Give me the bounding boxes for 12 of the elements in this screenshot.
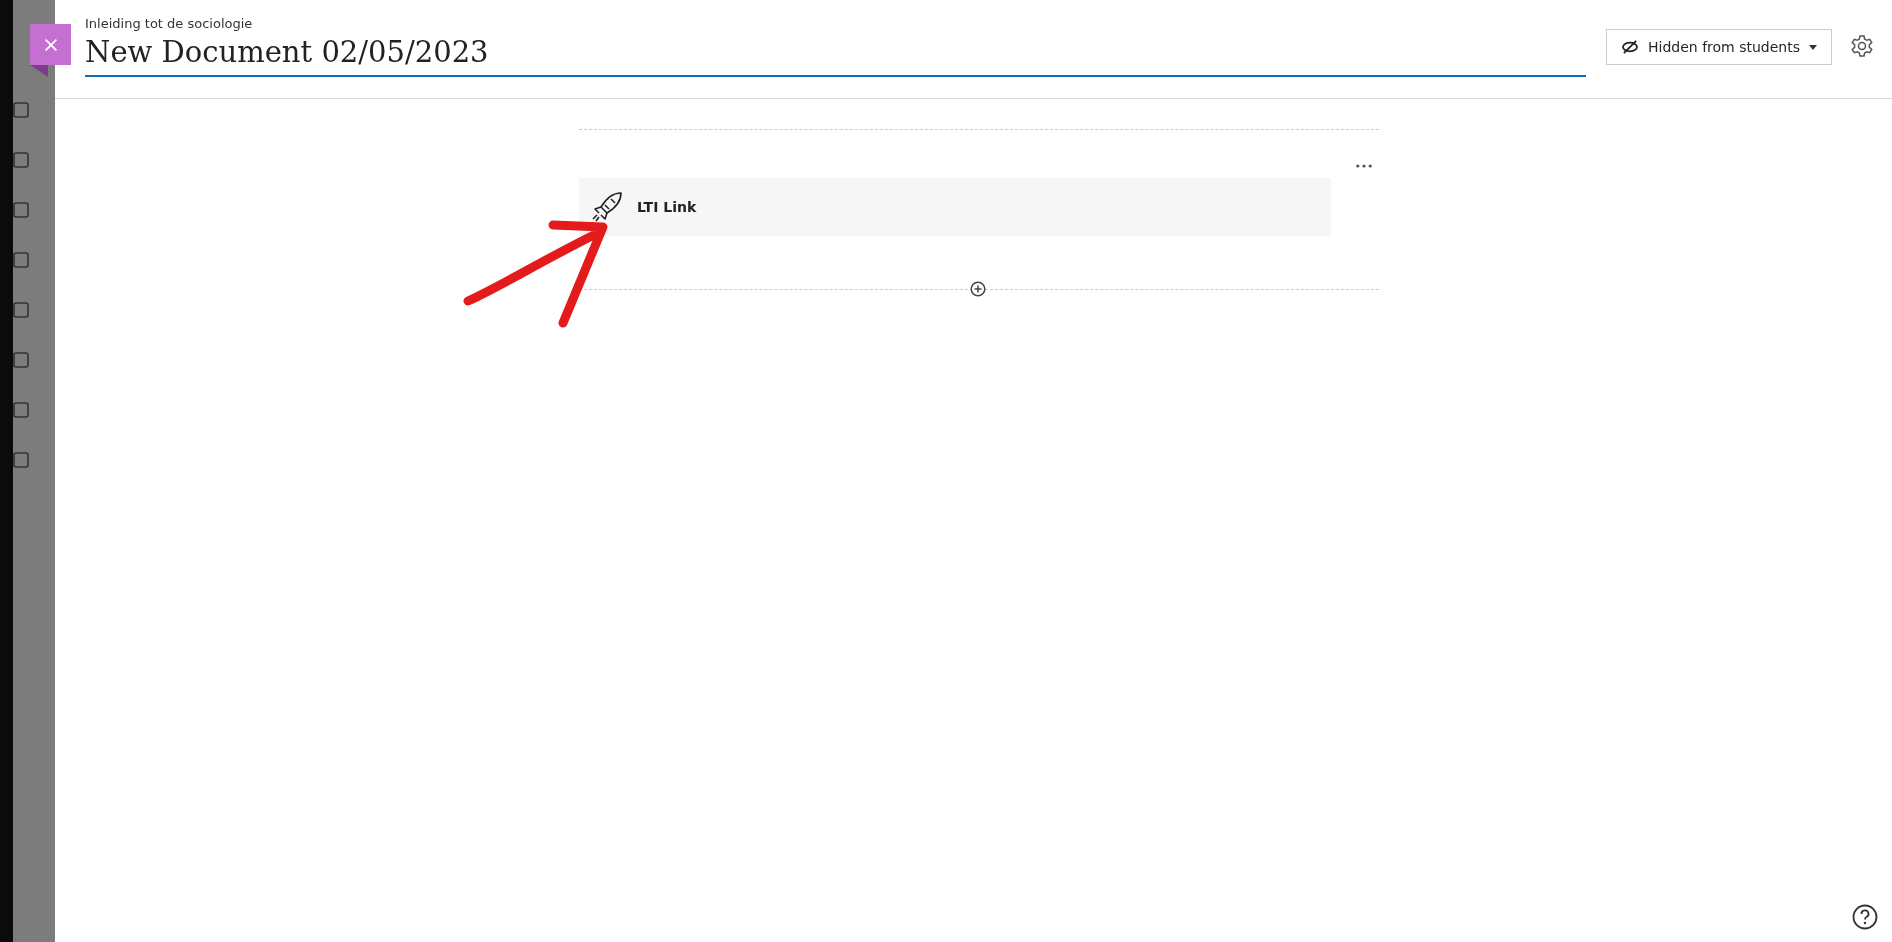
visibility-dropdown[interactable]: Hidden from students xyxy=(1606,29,1832,65)
title-field[interactable]: New Document 02/05/2023 xyxy=(85,31,1586,77)
settings-icon[interactable] xyxy=(1850,34,1874,58)
more-options-icon[interactable] xyxy=(1356,164,1372,168)
caret-icon xyxy=(1809,44,1817,50)
course-name: Inleiding tot de sociologie xyxy=(85,16,254,31)
help-icon[interactable] xyxy=(1852,904,1878,930)
fold-corner xyxy=(30,65,48,77)
hidden-eye-icon xyxy=(1621,40,1639,54)
rocket-icon xyxy=(591,191,623,223)
content-item[interactable]: LTI Link xyxy=(579,178,1331,236)
add-content-icon[interactable] xyxy=(970,281,986,297)
